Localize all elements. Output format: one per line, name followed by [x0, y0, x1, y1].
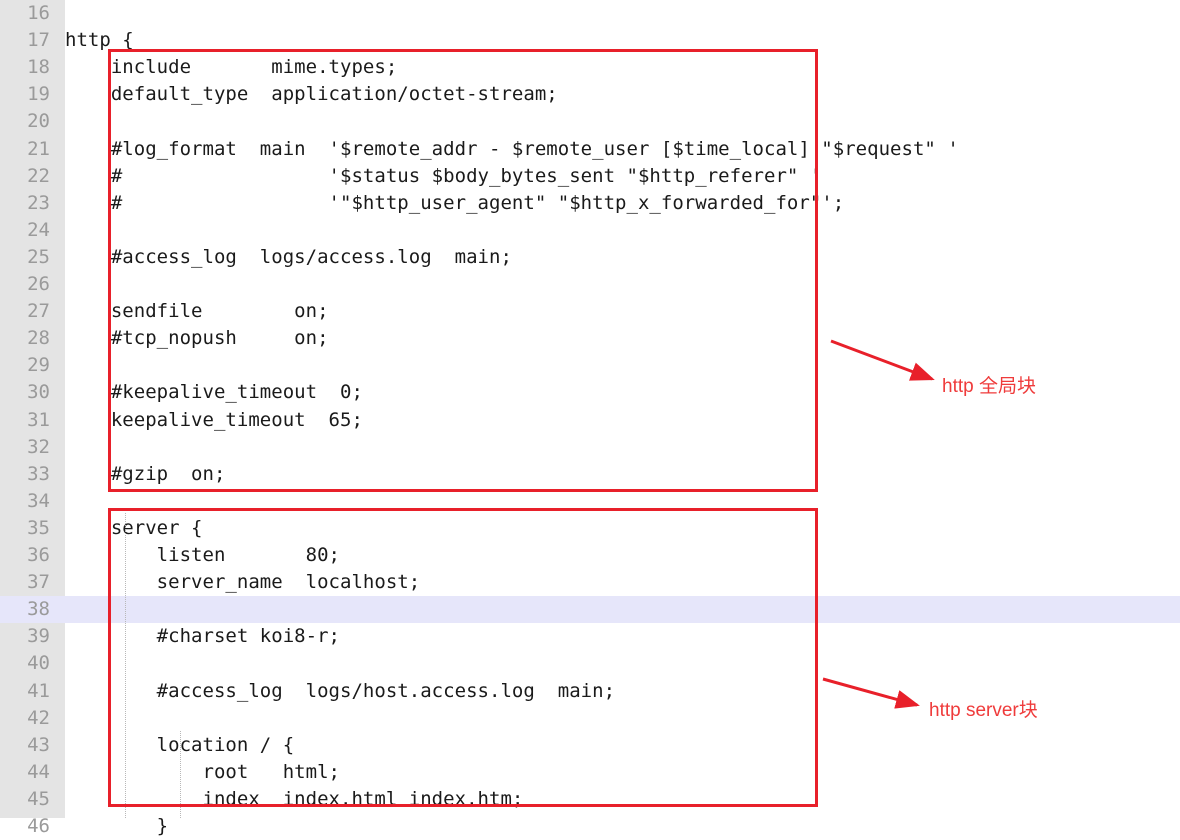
code-line-45[interactable]: 45 index index.html index.htm;: [0, 786, 1180, 813]
code-line-25[interactable]: 25 #access_log logs/access.log main;: [0, 244, 1180, 271]
code-line-26[interactable]: 26: [0, 271, 1180, 298]
code-text[interactable]: #access_log logs/access.log main;: [65, 244, 512, 271]
line-number: 41: [27, 679, 50, 702]
line-number: 16: [27, 2, 50, 24]
code-line-35[interactable]: 35 server {: [0, 515, 1180, 542]
line-number: 31: [27, 408, 50, 431]
line-number: 34: [27, 489, 50, 512]
code-line-23[interactable]: 23 # '"$http_user_agent" "$http_x_forwar…: [0, 190, 1180, 217]
line-number: 40: [27, 652, 50, 675]
line-number: 38: [27, 598, 50, 621]
code-line-21[interactable]: 21 #log_format main '$remote_addr - $rem…: [0, 136, 1180, 163]
line-number: 21: [27, 137, 50, 160]
code-text[interactable]: #gzip on;: [65, 461, 226, 488]
line-number: 46: [27, 815, 50, 837]
code-line-37[interactable]: 37 server_name localhost;: [0, 569, 1180, 596]
line-number: 43: [27, 733, 50, 756]
code-line-27[interactable]: 27 sendfile on;: [0, 298, 1180, 325]
code-line-42[interactable]: 42: [0, 705, 1180, 732]
code-text[interactable]: # '"$http_user_agent" "$http_x_forwarded…: [65, 190, 844, 217]
code-line-19[interactable]: 19 default_type application/octet-stream…: [0, 81, 1180, 108]
code-text[interactable]: #log_format main '$remote_addr - $remote…: [65, 136, 959, 163]
line-number: 18: [27, 56, 50, 79]
code-text[interactable]: #keepalive_timeout 0;: [65, 379, 363, 406]
code-line-43[interactable]: 43 location / {: [0, 732, 1180, 759]
code-line-33[interactable]: 33 #gzip on;: [0, 461, 1180, 488]
code-line-16[interactable]: 16: [0, 0, 1180, 27]
line-number: 26: [27, 273, 50, 295]
code-line-22[interactable]: 22 # '$status $body_bytes_sent "$http_re…: [0, 163, 1180, 190]
code-line-31[interactable]: 31 keepalive_timeout 65;: [0, 407, 1180, 434]
line-number: 28: [27, 327, 50, 350]
line-number: 33: [27, 462, 50, 485]
code-text[interactable]: default_type application/octet-stream;: [65, 81, 558, 108]
code-text[interactable]: http {: [65, 27, 134, 54]
code-text[interactable]: keepalive_timeout 65;: [65, 407, 363, 434]
code-line-41[interactable]: 41 #access_log logs/host.access.log main…: [0, 678, 1180, 705]
code-text[interactable]: }: [65, 813, 168, 840]
code-line-30[interactable]: 30 #keepalive_timeout 0;: [0, 379, 1180, 406]
indent-guide-0: [125, 513, 126, 818]
line-number: 36: [27, 544, 50, 566]
line-number: 27: [27, 300, 50, 323]
code-line-44[interactable]: 44 root html;: [0, 759, 1180, 786]
code-line-17[interactable]: 17 http {: [0, 27, 1180, 54]
code-text[interactable]: index index.html index.htm;: [65, 786, 524, 813]
line-number: 29: [27, 354, 50, 377]
code-line-34[interactable]: 34: [0, 488, 1180, 515]
code-line-40[interactable]: 40: [0, 650, 1180, 677]
code-text[interactable]: server {: [65, 515, 203, 542]
line-number: 25: [27, 245, 50, 268]
code-line-38[interactable]: 38: [0, 596, 1180, 624]
code-line-18[interactable]: 18 include mime.types;: [0, 54, 1180, 81]
code-line-29[interactable]: 29: [0, 352, 1180, 379]
code-surface[interactable]: 16 17 http {18 include mime.types; 19 defau…: [0, 0, 1180, 837]
code-line-24[interactable]: 24: [0, 217, 1180, 244]
code-text[interactable]: listen 80;: [65, 542, 340, 569]
line-number: 17: [27, 29, 50, 52]
code-line-28[interactable]: 28 #tcp_nopush on;: [0, 325, 1180, 352]
code-text[interactable]: # '$status $body_bytes_sent "$http_refer…: [65, 163, 821, 190]
line-number: 44: [27, 760, 50, 783]
line-number: 35: [27, 516, 50, 539]
code-text[interactable]: root html;: [65, 759, 340, 786]
code-line-46[interactable]: 46 }: [0, 813, 1180, 840]
code-line-32[interactable]: 32: [0, 434, 1180, 461]
code-line-39[interactable]: 39 #charset koi8-r;: [0, 623, 1180, 650]
line-number: 23: [27, 191, 50, 214]
line-number: 45: [27, 787, 50, 810]
line-number: 37: [27, 571, 50, 594]
code-line-36[interactable]: 36 listen 80;: [0, 542, 1180, 569]
line-number: 19: [27, 83, 50, 106]
code-line-20[interactable]: 20: [0, 108, 1180, 135]
line-number: 24: [27, 218, 50, 241]
code-text[interactable]: sendfile on;: [65, 298, 329, 325]
line-number: 39: [27, 625, 50, 648]
code-text[interactable]: include mime.types;: [65, 54, 397, 81]
code-text[interactable]: #tcp_nopush on;: [65, 325, 329, 352]
line-number: 32: [27, 435, 50, 458]
line-number: 30: [27, 381, 50, 404]
line-number: 20: [27, 110, 50, 133]
line-number: 22: [27, 164, 50, 187]
indent-guide-1: [180, 731, 181, 818]
code-text[interactable]: #charset koi8-r;: [65, 623, 340, 650]
code-text[interactable]: #access_log logs/host.access.log main;: [65, 678, 615, 705]
code-editor: 16 17 http {18 include mime.types; 19 defau…: [0, 0, 1180, 837]
line-number: 42: [27, 706, 50, 729]
code-text[interactable]: server_name localhost;: [65, 569, 421, 596]
